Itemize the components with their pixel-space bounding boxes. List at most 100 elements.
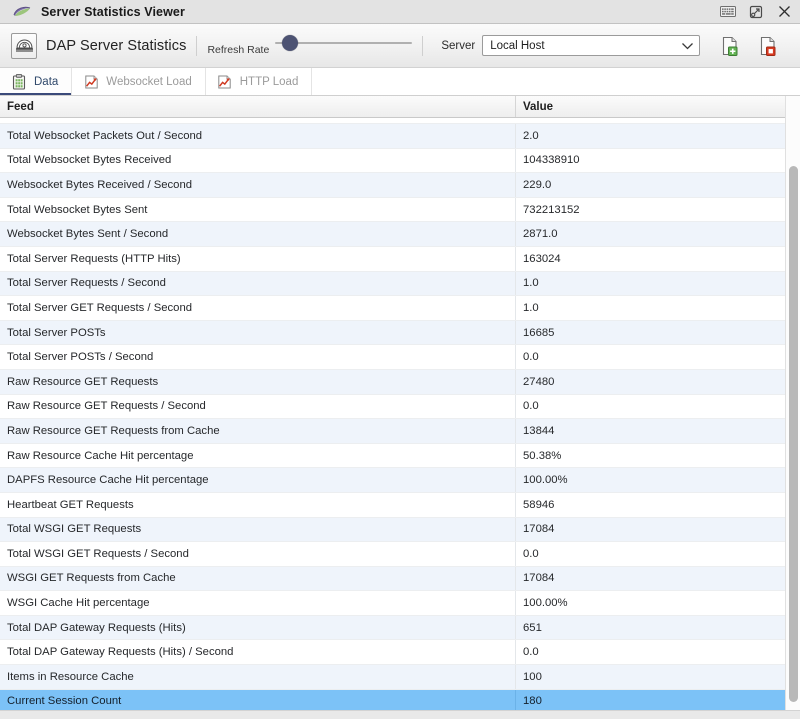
cell-value: 0.0 xyxy=(523,547,539,560)
table-row[interactable]: Total Server GET Requests / Second 1.0 xyxy=(0,296,800,321)
column-header-feed[interactable]: Feed xyxy=(0,96,516,117)
table-row[interactable]: Total DAP Gateway Requests (Hits) 651 xyxy=(0,615,800,641)
table-row[interactable]: Raw Resource GET Requests 27480 xyxy=(0,369,800,395)
table-row[interactable]: WSGI GET Requests from Cache 17084 xyxy=(0,566,800,592)
table-row[interactable]: Websocket Bytes Sent / Second 2871.0 xyxy=(0,222,800,247)
cell-feed: Raw Resource GET Requests xyxy=(0,369,516,394)
cell-value: 50.38% xyxy=(523,449,562,462)
vertical-scroll-thumb[interactable] xyxy=(789,166,798,702)
table-row[interactable]: Total DAP Gateway Requests (Hits) / Seco… xyxy=(0,640,800,666)
cell-feed: Total Websocket Bytes Sent xyxy=(0,197,516,222)
chevron-down-icon xyxy=(681,37,694,55)
cell-value: 100.00% xyxy=(523,597,568,610)
cell-feed: Heartbeat GET Requests xyxy=(0,492,516,517)
table-row[interactable]: Items in Resource Cache 100 xyxy=(0,665,800,690)
table-row[interactable]: Total WSGI GET Requests 17084 xyxy=(0,517,800,543)
refresh-rate-label: Refresh Rate xyxy=(207,43,270,56)
cell-value: 732213152 xyxy=(523,203,580,216)
cell-feed: Total WSGI GET Requests xyxy=(0,517,516,542)
table-row[interactable]: Total Websocket Bytes Sent 732213152 xyxy=(0,197,800,223)
cell-value: 100.00% xyxy=(523,474,568,487)
tab-label-http-load: HTTP Load xyxy=(239,75,299,88)
grid-header-row: Feed Value xyxy=(0,96,800,118)
cell-value: 2.0 xyxy=(523,129,539,142)
cell-feed: Websocket Bytes Received / Second xyxy=(0,173,516,197)
cell-value: 180 xyxy=(523,695,542,708)
cell-feed: Current Session Count xyxy=(0,689,516,710)
dap-dome-icon xyxy=(11,32,37,59)
cell-value: 13844 xyxy=(523,424,555,437)
cell-value: 0.0 xyxy=(523,646,539,659)
table-row[interactable]: Total Server Requests (HTTP Hits) 163024 xyxy=(0,246,800,272)
tab-label-websocket-load: Websocket Load xyxy=(106,75,192,88)
vertical-scrollbar[interactable] xyxy=(785,96,800,710)
cell-feed: WSGI Cache Hit percentage xyxy=(0,591,516,615)
cell-feed: Raw Resource Cache Hit percentage xyxy=(0,443,516,468)
cell-feed: Raw Resource GET Requests from Cache xyxy=(0,419,516,443)
slider-thumb[interactable] xyxy=(282,34,299,51)
main-toolbar: DAP Server Statistics Refresh Rate Serve… xyxy=(0,24,800,68)
column-header-value[interactable]: Value xyxy=(516,96,800,117)
cell-value: 651 xyxy=(523,621,542,634)
cell-feed: Total DAP Gateway Requests (Hits) / Seco… xyxy=(0,640,516,665)
cell-feed: Items in Resource Cache xyxy=(0,665,516,689)
server-dropdown[interactable]: Local Host xyxy=(482,35,701,56)
statistics-table-area: Feed Value Total Websocket Packets Out /… xyxy=(0,96,800,710)
table-row[interactable]: Total Server POSTs 16685 xyxy=(0,320,800,346)
cell-value: 1.0 xyxy=(523,301,539,314)
cell-feed: Raw Resource GET Requests / Second xyxy=(0,394,516,419)
table-row[interactable]: WSGI Cache Hit percentage 100.00% xyxy=(0,591,800,616)
stop-document-icon[interactable] xyxy=(757,34,779,58)
line-chart-icon xyxy=(217,74,233,90)
new-document-icon[interactable] xyxy=(719,34,741,58)
window-bottom-edge xyxy=(0,710,800,719)
table-row[interactable]: Total Websocket Bytes Received 104338910 xyxy=(0,148,800,174)
app-logo-icon xyxy=(11,4,33,20)
view-tabs: Data Websocket Load HTTP Load xyxy=(0,68,800,96)
window-controls xyxy=(720,0,792,23)
cell-value: 0.0 xyxy=(523,400,539,413)
cell-value: 104338910 xyxy=(523,154,580,167)
tab-data[interactable]: Data xyxy=(0,68,73,95)
keyboard-icon[interactable] xyxy=(720,5,736,19)
clipboard-icon xyxy=(11,73,27,90)
cell-value: 58946 xyxy=(523,498,555,511)
server-statistics-window: Server Statistics Viewer DAP Server Stat… xyxy=(0,0,800,719)
close-icon[interactable] xyxy=(776,5,792,19)
table-row[interactable]: Total Server POSTs / Second 0.0 xyxy=(0,345,800,370)
tab-label-data: Data xyxy=(34,75,59,88)
table-row[interactable]: Heartbeat GET Requests 58946 xyxy=(0,492,800,518)
window-title: Server Statistics Viewer xyxy=(41,4,185,19)
grid-body: Total Websocket Packets Out / Second 2.0 T… xyxy=(0,118,800,710)
cell-value: 27480 xyxy=(523,375,555,388)
table-row[interactable]: Raw Resource Cache Hit percentage 50.38% xyxy=(0,443,800,469)
toolbar-divider-1 xyxy=(196,35,198,56)
cell-value: 17084 xyxy=(523,572,555,585)
cell-feed: Total Server Requests (HTTP Hits) xyxy=(0,246,516,271)
table-row[interactable]: Websocket Bytes Received / Second 229.0 xyxy=(0,173,800,198)
table-row[interactable]: Current Session Count 180 xyxy=(0,689,800,710)
cell-feed: Total Server GET Requests / Second xyxy=(0,296,516,320)
cell-feed: Total WSGI GET Requests / Second xyxy=(0,542,516,566)
cell-feed: WSGI GET Requests from Cache xyxy=(0,566,516,591)
cell-value: 0.0 xyxy=(523,351,539,364)
cell-value: 2871.0 xyxy=(523,228,558,241)
table-row[interactable]: Total WSGI GET Requests / Second 0.0 xyxy=(0,542,800,567)
tab-http-load[interactable]: HTTP Load xyxy=(206,68,313,95)
restore-icon[interactable] xyxy=(748,5,764,19)
table-row[interactable]: Raw Resource GET Requests / Second 0.0 xyxy=(0,394,800,420)
tab-websocket-load[interactable]: Websocket Load xyxy=(72,68,206,95)
table-row[interactable]: DAPFS Resource Cache Hit percentage 100.0… xyxy=(0,468,800,493)
cell-feed: Total Websocket Bytes Received xyxy=(0,148,516,173)
refresh-rate-slider[interactable] xyxy=(275,30,413,56)
cell-value: 1.0 xyxy=(523,277,539,290)
table-row[interactable]: Total Server Requests / Second 1.0 xyxy=(0,271,800,297)
toolbar-divider-2 xyxy=(422,35,424,56)
table-row[interactable]: Raw Resource GET Requests from Cache 1384… xyxy=(0,419,800,444)
cell-feed: Websocket Bytes Sent / Second xyxy=(0,222,516,246)
cell-feed: Total DAP Gateway Requests (Hits) xyxy=(0,615,516,640)
table-row[interactable]: Total Websocket Packets Out / Second 2.0 xyxy=(0,124,800,149)
cell-feed: Total Server POSTs xyxy=(0,320,516,345)
cell-value: 16685 xyxy=(523,326,555,339)
server-selected-value: Local Host xyxy=(490,39,545,52)
